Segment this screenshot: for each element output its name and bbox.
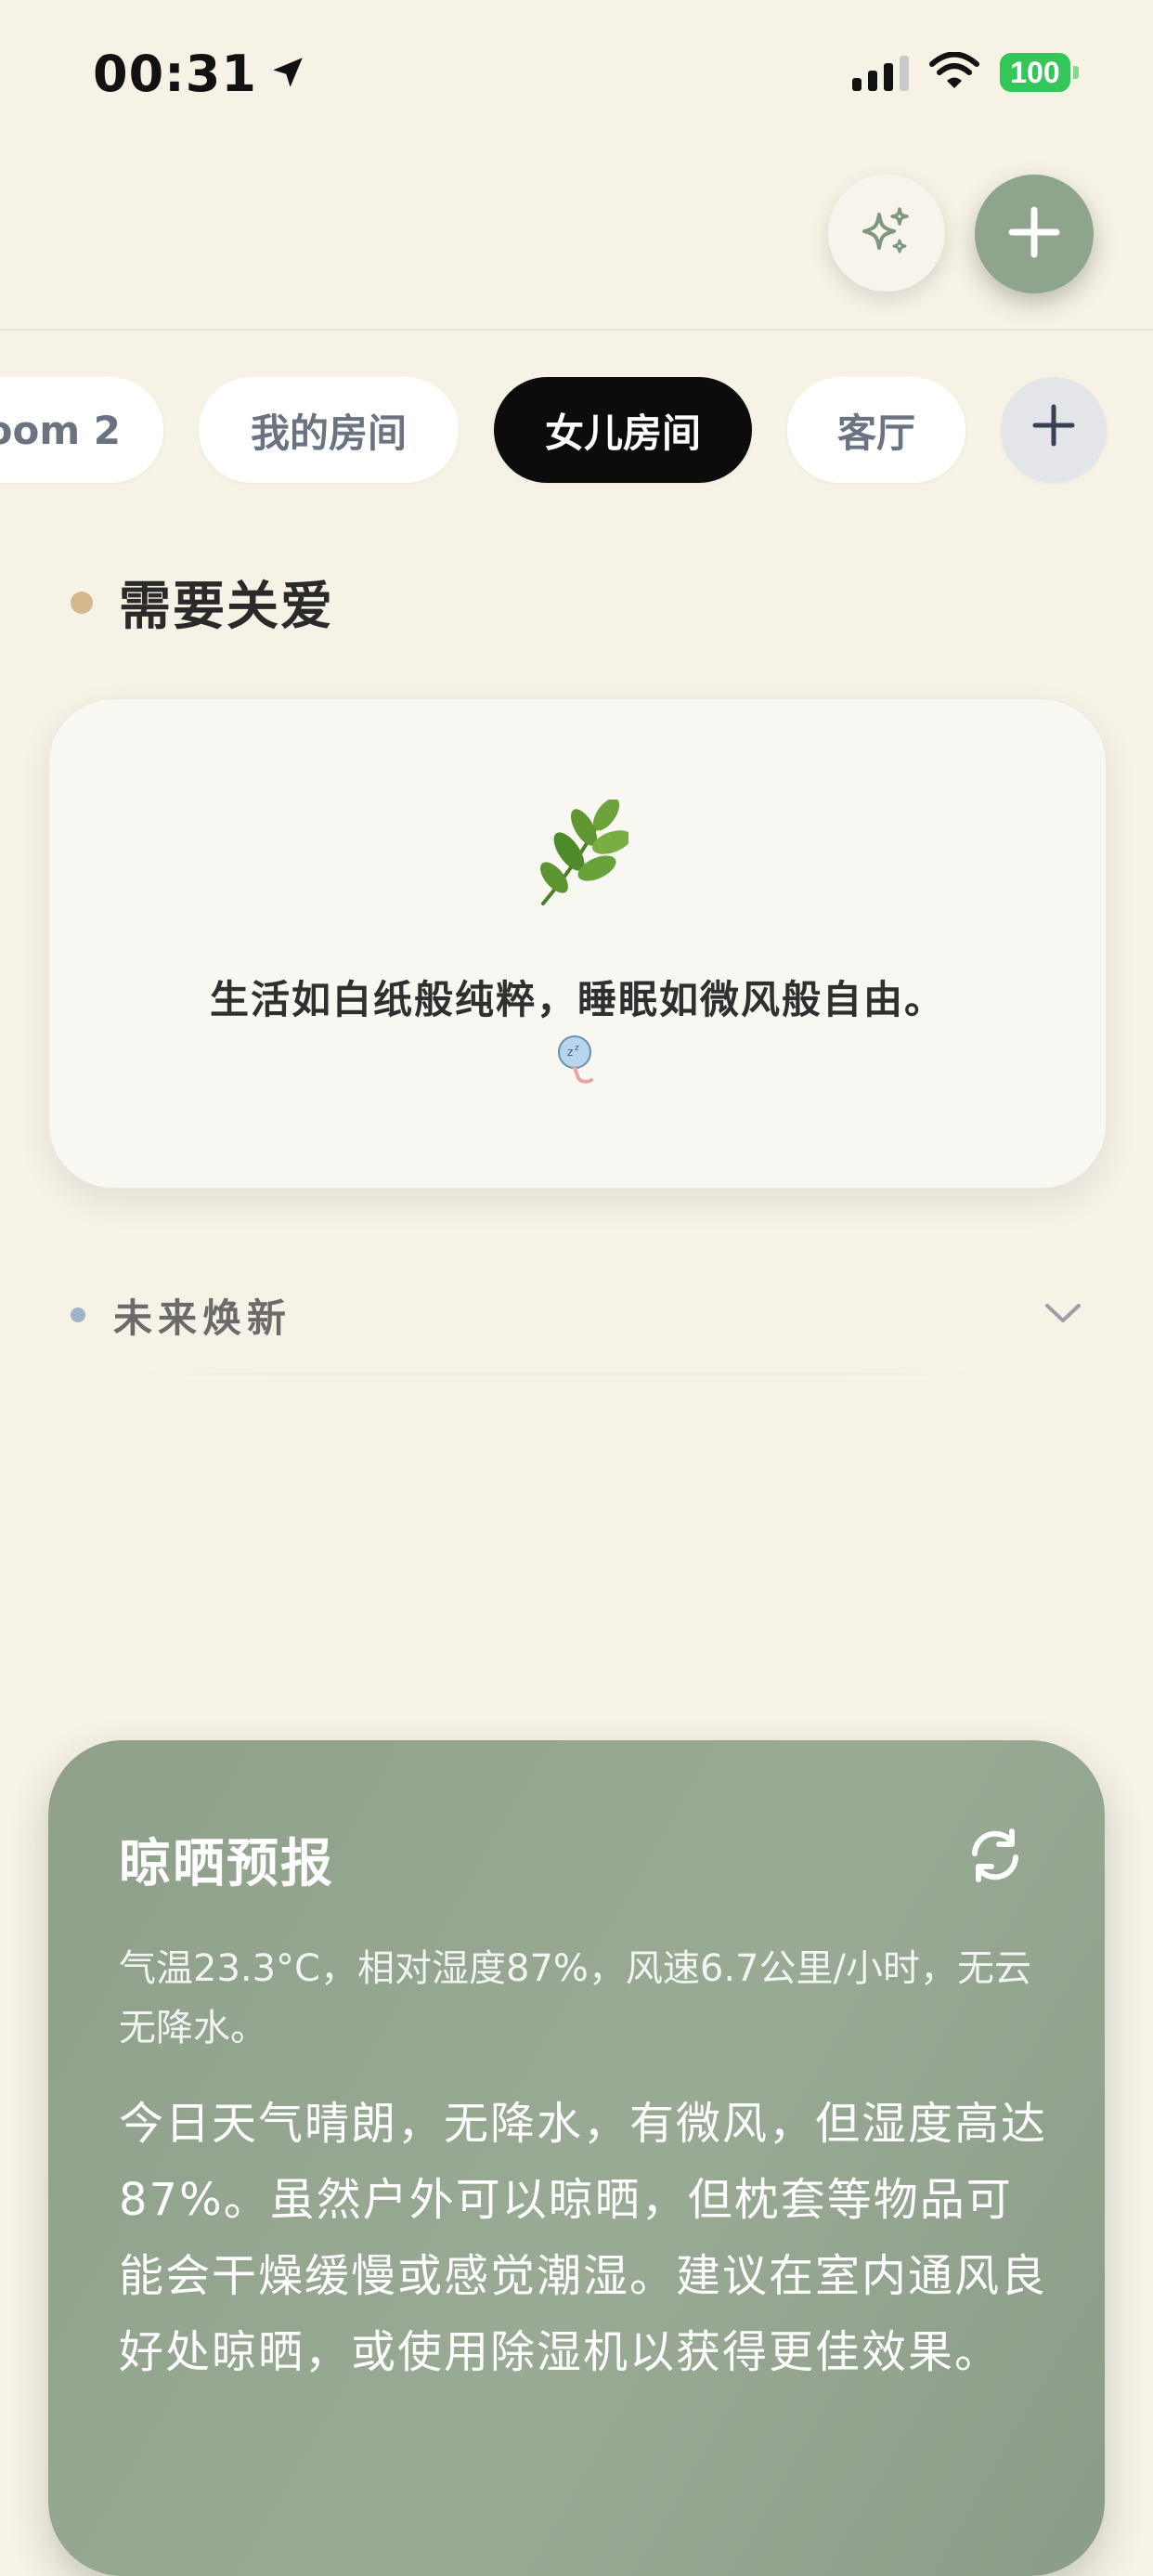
battery-icon: 100 [1000,53,1079,92]
needs-care-header: 需要关爱 [71,565,334,640]
battery-level: 100 [1000,53,1070,92]
herb-leaf-icon [526,798,632,915]
chevron-down-icon[interactable] [1043,1298,1082,1330]
tab-label: 我的房间 [250,410,407,456]
tab-my-room[interactable]: 我的房间 [199,377,459,483]
svg-text:z: z [567,1046,573,1059]
cellular-signal-icon [852,54,909,91]
drying-forecast-card: 晾晒预报 气温23.3°C，相对湿度87%，风速6.7公里/小时，无云无降水。 … [48,1740,1105,2576]
location-arrow-icon [268,53,307,96]
drying-forecast-title: 晾晒预报 [119,1834,334,1894]
care-quote: 生活如白纸般纯粹，睡眠如微风般自由。 [209,977,945,1022]
status-time: 00:31 [93,45,257,103]
ai-sparkle-button[interactable] [828,175,945,292]
tab-room-2[interactable]: oom 2 [0,377,163,483]
svg-text:z: z [575,1044,579,1053]
section-dot [71,1308,85,1322]
sleep-icon: z z [554,1034,601,1089]
add-room-button[interactable] [1001,377,1107,483]
plus-icon [1006,204,1062,264]
tab-label: 客厅 [836,410,915,456]
plus-icon [1030,402,1077,458]
tab-label: 女儿房间 [544,410,701,456]
future-refresh-label: 未来焕新 [113,1295,292,1341]
status-bar-left: 00:31 [93,45,307,103]
section-dot [71,591,93,614]
sparkle-icon [859,203,914,263]
tab-daughter-room[interactable]: 女儿房间 [494,377,752,483]
status-bar-right: 100 [852,51,1079,93]
room-tabs: oom 2 我的房间 女儿房间 客厅 [0,377,1153,485]
tab-label: oom 2 [0,407,121,453]
add-item-button[interactable] [975,175,1094,293]
section-divider [111,1373,1003,1375]
needs-care-title: 需要关爱 [119,577,334,637]
header-divider [0,329,1153,331]
weather-summary: 气温23.3°C，相对湿度87%，风速6.7公里/小时，无云无降水。 [119,1947,1031,2049]
tab-living-room[interactable]: 客厅 [787,377,965,483]
needs-care-card: 生活如白纸般纯粹，睡眠如微风般自由。 z z [48,698,1107,1189]
drying-advice: 今日天气晴朗，无降水，有微风，但湿度高达87%。虽然户外可以晾晒，但枕套等物品可… [119,2098,1048,2378]
refresh-icon[interactable] [965,1826,1025,1885]
future-refresh-section[interactable]: 未来焕新 [71,1287,1082,1343]
wifi-icon [929,51,979,93]
